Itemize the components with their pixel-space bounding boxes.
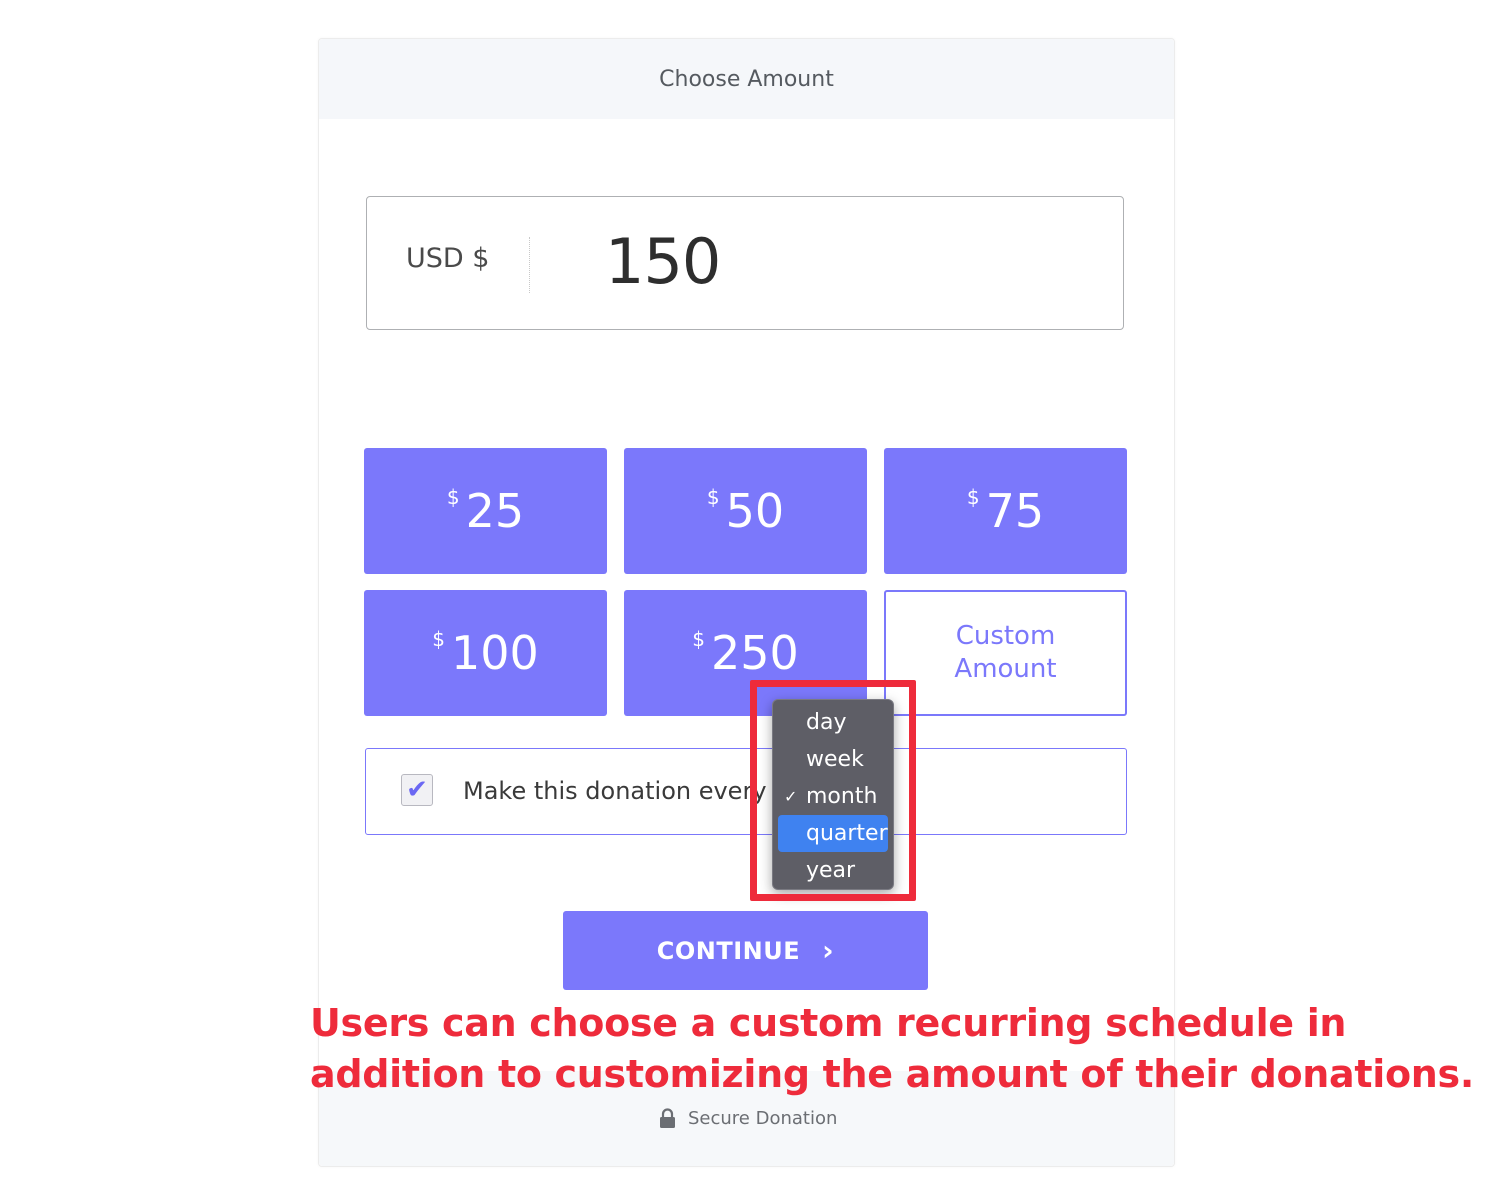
frequency-option-day[interactable]: day <box>778 704 888 741</box>
page-title: Choose Amount <box>659 66 834 92</box>
continue-button[interactable]: CONTINUE › <box>563 911 928 990</box>
secure-donation: Secure Donation <box>659 1105 837 1131</box>
currency-symbol: $ <box>446 485 460 509</box>
check-icon: ✓ <box>784 787 798 806</box>
option-label: day <box>806 710 847 735</box>
currency-label: USD $ <box>406 243 490 274</box>
preset-button-100[interactable]: $ 100 <box>364 590 607 716</box>
continue-label: CONTINUE <box>656 936 801 965</box>
frequency-dropdown: day week ✓ month quarter year <box>772 699 894 890</box>
option-label: month <box>806 784 878 809</box>
secure-label: Secure Donation <box>688 1107 838 1129</box>
frequency-option-quarter[interactable]: quarter <box>778 815 888 852</box>
preset-amount: 75 <box>985 484 1045 538</box>
preset-amount: 100 <box>450 626 539 680</box>
amount-input[interactable]: USD $ 150 <box>366 196 1124 330</box>
frequency-option-week[interactable]: week <box>778 741 888 778</box>
custom-amount-line1: Custom <box>955 621 1056 651</box>
preset-amount: 25 <box>465 484 525 538</box>
preset-button-250[interactable]: $ 250 <box>624 590 867 716</box>
recurring-label: Make this donation every <box>463 777 767 805</box>
card-header: Choose Amount <box>319 39 1174 119</box>
preset-amount: 250 <box>710 626 799 680</box>
currency-symbol: $ <box>432 627 445 651</box>
lock-icon <box>660 1107 675 1128</box>
currency-symbol: $ <box>706 485 720 509</box>
recurring-checkbox[interactable]: ✔ <box>401 774 433 806</box>
annotation-caption: Users can choose a custom recurring sche… <box>310 1001 1474 1096</box>
currency-symbol: $ <box>966 485 980 509</box>
custom-amount-button[interactable]: Custom Amount <box>884 590 1127 716</box>
preset-button-75[interactable]: $ 75 <box>884 448 1127 574</box>
option-label: quarter <box>806 821 888 846</box>
frequency-option-year[interactable]: year <box>778 852 888 889</box>
preset-button-25[interactable]: $ 25 <box>364 448 607 574</box>
option-label: year <box>806 858 856 883</box>
chevron-right-icon: › <box>822 934 835 967</box>
preset-amount: 50 <box>725 484 785 538</box>
preset-button-50[interactable]: $ 50 <box>624 448 867 574</box>
frequency-option-month[interactable]: ✓ month <box>778 778 888 815</box>
amount-divider <box>529 237 530 293</box>
custom-amount-line2: Amount <box>954 654 1057 684</box>
currency-symbol: $ <box>692 627 705 651</box>
checkmark-icon: ✔ <box>406 775 428 805</box>
option-label: week <box>806 747 864 772</box>
recurring-option: ✔ Make this donation every <box>365 748 1127 835</box>
amount-value[interactable]: 150 <box>605 225 721 298</box>
